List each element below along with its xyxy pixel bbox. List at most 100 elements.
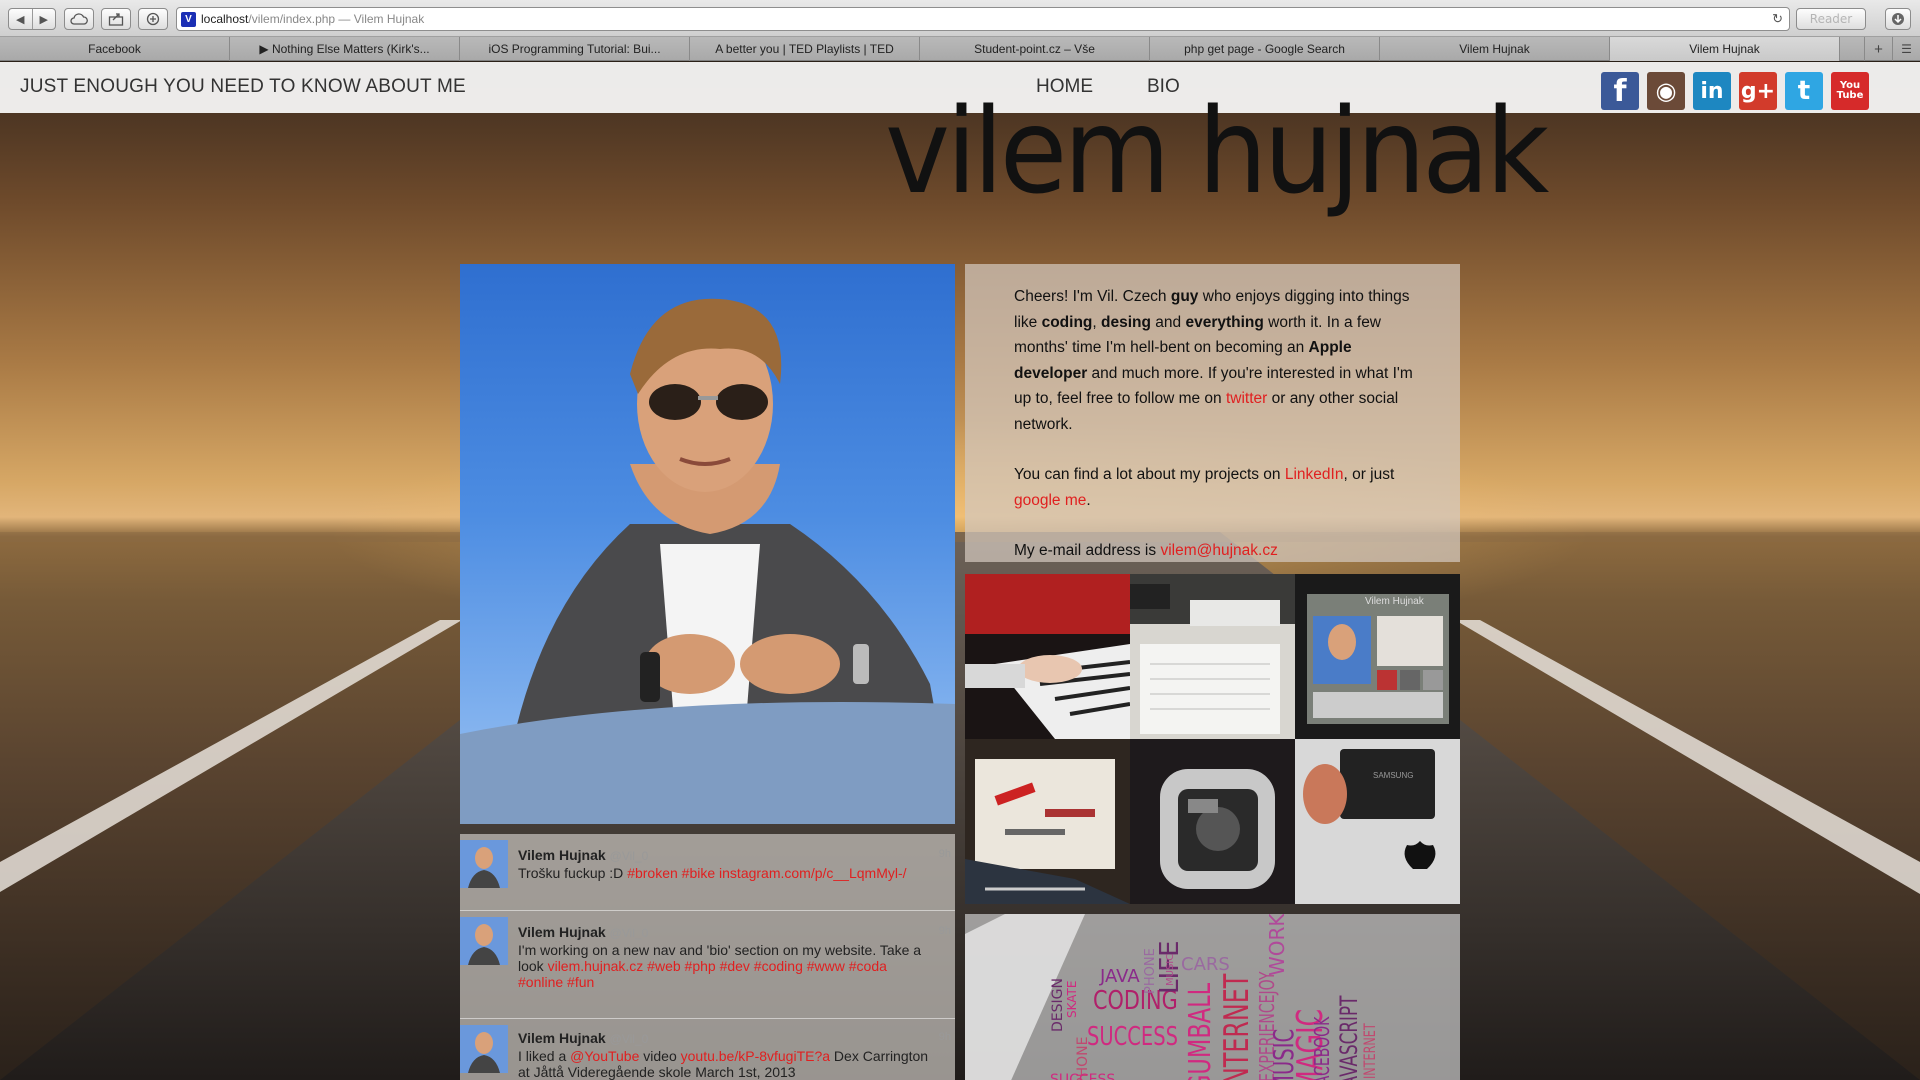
- tweet-item: Vilem Hujnak @Vil_0 9h I'm working on a n…: [460, 911, 955, 1019]
- bio-text: My e-mail address is: [1014, 542, 1161, 559]
- tweet-body: video: [639, 1048, 681, 1064]
- tab-vilem-hujnak[interactable]: Vilem Hujnak: [1380, 37, 1610, 61]
- tweet-handle: @Vil_0: [609, 849, 649, 863]
- word-cloud-word: MUSIC: [1165, 953, 1176, 986]
- photo-tools[interactable]: [965, 739, 1130, 904]
- avatar-image: [460, 1025, 508, 1073]
- linkedin-link[interactable]: LinkedIn: [1285, 466, 1344, 483]
- site-tagline[interactable]: JUST ENOUGH YOU NEED TO KNOW ABOUT ME: [20, 76, 466, 98]
- bio-text: .: [1086, 491, 1091, 509]
- forward-icon[interactable]: ▶: [33, 13, 56, 26]
- word-cloud-word: SUCCESS: [1087, 1022, 1178, 1052]
- history-buttons: ◀ ▶: [8, 8, 56, 30]
- share-button[interactable]: [101, 8, 131, 30]
- road-background: [0, 532, 1920, 1080]
- word-cloud-word: JAVA: [1100, 966, 1140, 987]
- tweet-time[interactable]: 9h: [939, 925, 951, 937]
- tweet-author-name: Vilem Hujnak: [518, 924, 606, 940]
- tweet-item: Vilem Hujnak @Vil_0 9h I liked a @YouTube…: [460, 1019, 955, 1080]
- mac-mini-illustration: [1130, 739, 1295, 904]
- new-tab-button[interactable]: +: [1864, 37, 1892, 61]
- url-path: /vilem/index.php — Vilem Hujnak: [248, 12, 425, 26]
- facebook-icon[interactable]: f: [1601, 72, 1639, 110]
- tweet-author[interactable]: Vilem Hujnak @Vil_0: [518, 1030, 648, 1046]
- downloads-button[interactable]: [1885, 8, 1911, 30]
- tab-facebook[interactable]: Facebook: [0, 37, 230, 61]
- tweet-handle: @Vil_0: [609, 926, 649, 940]
- avatar[interactable]: [460, 1025, 508, 1073]
- back-icon[interactable]: ◀: [9, 13, 32, 26]
- tweet-links[interactable]: vilem.hujnak.cz #web #php #dev #coding #…: [518, 958, 887, 990]
- tab-vilem-hujnak-active[interactable]: Vilem Hujnak: [1610, 37, 1840, 61]
- portrait-photo: [460, 264, 955, 824]
- tweet-handle: @Vil_0: [609, 1032, 649, 1046]
- google-plus-icon[interactable]: g+: [1739, 72, 1777, 110]
- tweet-body: I liked a: [518, 1048, 571, 1064]
- reader-button[interactable]: Reader: [1796, 8, 1866, 30]
- tab-student-point[interactable]: Student-point.cz – Vše: [920, 37, 1150, 61]
- photo-website-screenshot[interactable]: Vilem Hujnak: [1295, 574, 1460, 739]
- word-cloud-word: INTERNET: [1360, 1023, 1379, 1079]
- desk-illustration: [1130, 574, 1295, 739]
- email-link[interactable]: vilem@hujnak.cz: [1160, 542, 1277, 559]
- piano-illustration: [965, 574, 1130, 739]
- avatar[interactable]: [460, 917, 508, 965]
- tweet-time[interactable]: 9h: [939, 1031, 951, 1043]
- youtube-mention-link[interactable]: @YouTube: [570, 1048, 639, 1064]
- address-bar[interactable]: V localhost/vilem/index.php — Vilem Hujn…: [176, 7, 1790, 31]
- instagram-icon[interactable]: ◉: [1647, 72, 1685, 110]
- word-cloud-word: SUCCESS: [1050, 1072, 1116, 1080]
- tweet-text: Trošku fuckup :D #broken #bike instagram…: [518, 865, 933, 881]
- photo-piano[interactable]: [965, 574, 1130, 739]
- reload-icon[interactable]: ↻: [1772, 11, 1783, 27]
- bio-text: Cheers! I'm Vil. Czech: [1014, 288, 1171, 305]
- photo-desk[interactable]: [1130, 574, 1295, 739]
- linkedin-icon[interactable]: in: [1693, 72, 1731, 110]
- instagram-photo-grid: Vilem Hujnak SAMSUNG: [965, 574, 1460, 904]
- bio-bold: desing: [1101, 313, 1151, 331]
- tweet-text: I'm working on a new nav and 'bio' secti…: [518, 942, 933, 990]
- mini-site-title: Vilem Hujnak: [1365, 596, 1424, 607]
- portrait-illustration: [460, 298, 955, 824]
- word-cloud-word: FACEBOOK: [1310, 1016, 1334, 1080]
- tweet-author-name: Vilem Hujnak: [518, 847, 606, 863]
- twitter-link[interactable]: twitter: [1226, 390, 1267, 407]
- tweet-item: Vilem Hujnak @Vil_0 9h Trošku fuckup :D #…: [460, 834, 955, 911]
- youtube-video-link[interactable]: youtu.be/kP-8vfugiTE?a: [681, 1048, 830, 1064]
- tab-ted[interactable]: A better you | TED Playlists | TED: [690, 37, 920, 61]
- tab-list-button[interactable]: ☰: [1892, 37, 1920, 61]
- avatar[interactable]: [460, 840, 508, 888]
- youtube-icon[interactable]: You Tube: [1831, 72, 1869, 110]
- share-icon: [108, 13, 124, 26]
- bio-text: and: [1150, 313, 1186, 331]
- word-cloud-word: DESIGN: [1050, 978, 1066, 1032]
- tweet-links[interactable]: #broken #bike instagram.com/p/c__LqmMyl-…: [627, 865, 906, 881]
- icloud-tabs-button[interactable]: [64, 8, 94, 30]
- tweet-author[interactable]: Vilem Hujnak @Vil_0: [518, 847, 648, 863]
- bio-panel: Cheers! I'm Vil. Czech guy who enjoys di…: [965, 264, 1460, 562]
- tweet-time[interactable]: 9h: [939, 848, 951, 860]
- word-cloud-word: SKATE: [1065, 980, 1079, 1018]
- download-icon: [1892, 13, 1904, 25]
- site-favicon: V: [181, 11, 196, 27]
- tab-nothing-else-matters[interactable]: ▶ Nothing Else Matters (Kirk's...: [230, 37, 460, 61]
- bio-paragraph-email: My e-mail address is vilem@hujnak.cz: [1014, 538, 1420, 564]
- bio-paragraph-projects: You can find a lot about my projects on …: [1014, 462, 1420, 513]
- tweet-body: Trošku fuckup :D: [518, 865, 628, 881]
- photo-mac-mini-inside[interactable]: [1130, 739, 1295, 904]
- photo-ssd-macbook[interactable]: SAMSUNG: [1295, 739, 1460, 904]
- url-text[interactable]: localhost/vilem/index.php — Vilem Hujnak: [201, 12, 424, 26]
- tab-ios-tutorial[interactable]: iOS Programming Tutorial: Bui...: [460, 37, 690, 61]
- cloud-icon: [70, 13, 88, 25]
- reading-list-button[interactable]: [138, 8, 168, 30]
- tab-google-search[interactable]: php get page - Google Search: [1150, 37, 1380, 61]
- twitter-icon[interactable]: t: [1785, 72, 1823, 110]
- word-cloud-word: WORK: [1265, 914, 1289, 976]
- google-me-link[interactable]: google me: [1014, 492, 1086, 509]
- bio-paragraph-intro: Cheers! I'm Vil. Czech guy who enjoys di…: [1014, 284, 1420, 437]
- tweet-author[interactable]: Vilem Hujnak @Vil_0: [518, 924, 648, 940]
- bio-text: , or just: [1343, 466, 1395, 483]
- twitter-feed: Vilem Hujnak @Vil_0 9h Trošku fuckup :D #…: [460, 834, 955, 1080]
- avatar-image: [460, 917, 508, 965]
- sidebar-icon: [146, 12, 160, 26]
